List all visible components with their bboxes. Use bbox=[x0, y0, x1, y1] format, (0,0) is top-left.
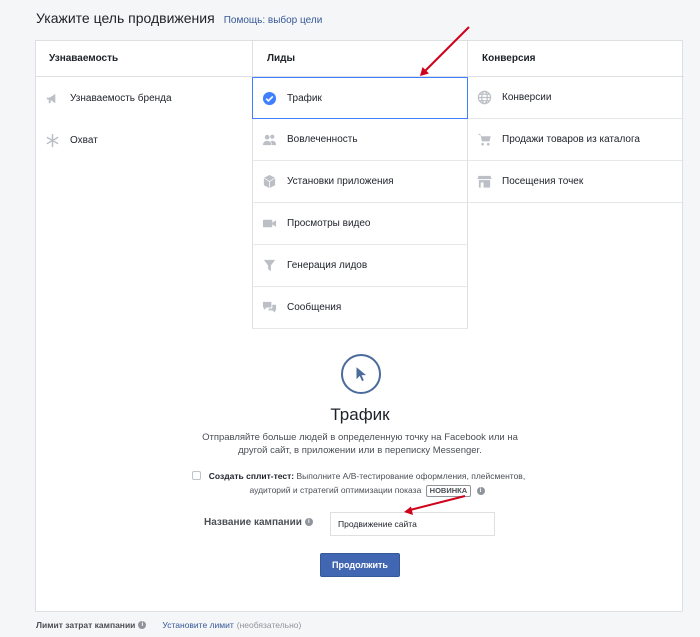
objective-engagement[interactable]: Вовлеченность bbox=[252, 119, 468, 161]
optional-note: (необязательно) bbox=[236, 620, 302, 630]
column-heading: Узнаваемость bbox=[36, 41, 252, 77]
objective-label: Охват bbox=[70, 134, 98, 146]
check-circle-icon bbox=[261, 90, 277, 106]
objective-label: Вовлеченность bbox=[287, 134, 358, 145]
info-icon[interactable]: i bbox=[476, 486, 485, 495]
objective-description: Отправляйте больше людей в определенную … bbox=[202, 432, 518, 456]
box-icon bbox=[261, 174, 277, 190]
snowflake-icon bbox=[44, 132, 60, 148]
column-heading: Конверсия bbox=[468, 41, 684, 77]
new-badge: НОВИНКА bbox=[425, 485, 472, 497]
column-conversion: Конверсия Конверсии Продажи товаров из к… bbox=[468, 41, 684, 203]
objective-label: Конверсии bbox=[502, 92, 552, 103]
filter-icon bbox=[261, 258, 277, 274]
campaign-name-label: Название кампании i bbox=[204, 517, 313, 528]
column-awareness: Узнаваемость Узнаваемость бренда Охват bbox=[36, 41, 252, 161]
globe-icon bbox=[476, 90, 492, 106]
video-camera-icon bbox=[261, 216, 277, 232]
budget-limit-footer: Лимит затрат кампании i Установите лимит… bbox=[36, 620, 301, 630]
objective-messages[interactable]: Сообщения bbox=[252, 287, 468, 329]
shopping-cart-icon bbox=[476, 132, 492, 148]
help-link[interactable]: Помощь: выбор цели bbox=[224, 15, 323, 26]
objective-label: Продажи товаров из каталога bbox=[502, 134, 640, 145]
objective-traffic[interactable]: Трафик bbox=[252, 77, 468, 119]
column-leads: Лиды Трафик Вовлеченность Установки прил… bbox=[252, 41, 468, 329]
objective-app-installs[interactable]: Установки приложения bbox=[252, 161, 468, 203]
objective-store-visits[interactable]: Посещения точек bbox=[468, 161, 684, 203]
objective-video-views[interactable]: Просмотры видео bbox=[252, 203, 468, 245]
objective-label: Посещения точек bbox=[502, 176, 584, 187]
people-icon bbox=[261, 132, 277, 148]
megaphone-icon bbox=[44, 90, 60, 106]
continue-button[interactable]: Продолжить bbox=[320, 553, 400, 577]
objective-label: Установки приложения bbox=[287, 176, 394, 187]
objective-label: Генерация лидов bbox=[287, 260, 368, 271]
objective-title: Трафик bbox=[330, 405, 390, 424]
page-header: Укажите цель продвижения Помощь: выбор ц… bbox=[36, 10, 322, 30]
campaign-name-input[interactable] bbox=[330, 512, 495, 536]
cursor-icon bbox=[341, 354, 381, 394]
objective-conversions[interactable]: Конверсии bbox=[468, 77, 684, 119]
info-icon[interactable]: i bbox=[304, 518, 313, 527]
chat-bubbles-icon bbox=[261, 300, 277, 316]
objective-brand-awareness[interactable]: Узнаваемость бренда bbox=[36, 77, 252, 119]
objective-panel: Узнаваемость Узнаваемость бренда Охват Л… bbox=[35, 40, 684, 612]
objective-label: Узнаваемость бренда bbox=[70, 92, 172, 104]
objective-reach[interactable]: Охват bbox=[36, 119, 252, 161]
objective-label: Просмотры видео bbox=[287, 218, 371, 229]
budget-limit-label: Лимит затрат кампании bbox=[36, 620, 136, 630]
objective-lead-generation[interactable]: Генерация лидов bbox=[252, 245, 468, 287]
info-icon[interactable]: i bbox=[138, 621, 147, 629]
objective-label: Сообщения bbox=[287, 302, 342, 313]
split-test-text: Создать сплит-тест: Выполните A/B-тестир… bbox=[204, 469, 530, 497]
objective-catalog-sales[interactable]: Продажи товаров из каталога bbox=[468, 119, 684, 161]
split-test-checkbox[interactable] bbox=[192, 471, 201, 480]
objective-label: Трафик bbox=[287, 92, 322, 104]
store-icon bbox=[476, 174, 492, 190]
column-heading: Лиды bbox=[252, 41, 468, 77]
split-test-label: Создать сплит-тест: bbox=[208, 471, 295, 481]
set-limit-link[interactable]: Установите лимит bbox=[162, 620, 233, 630]
campaign-name-label-text: Название кампании bbox=[204, 517, 302, 528]
page-title: Укажите цель продвижения bbox=[36, 10, 215, 26]
